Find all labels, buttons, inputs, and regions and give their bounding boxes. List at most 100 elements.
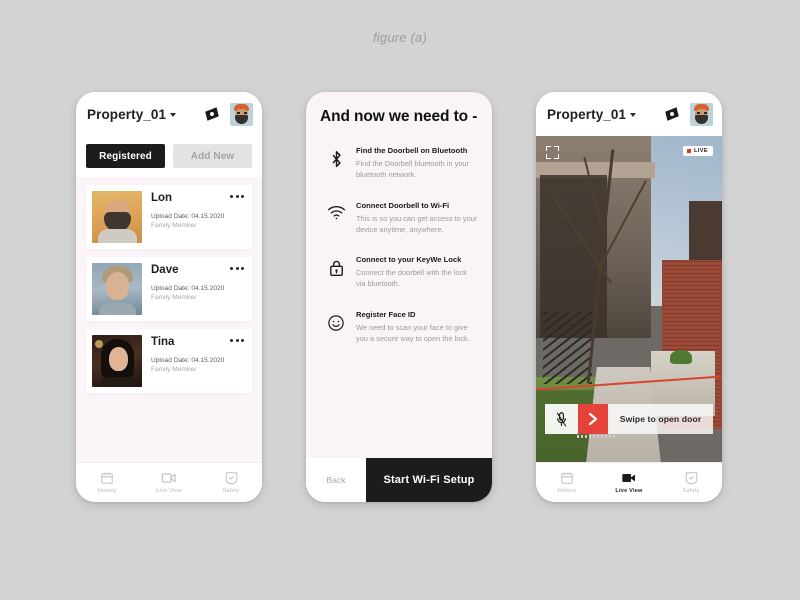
person-photo <box>92 335 142 387</box>
calendar-icon <box>561 472 573 484</box>
property-name: Property_01 <box>87 106 167 122</box>
swipe-to-open-track[interactable]: Swipe to open door <box>578 404 713 434</box>
swipe-handle[interactable] <box>578 404 608 434</box>
more-options-icon[interactable] <box>230 195 244 198</box>
mic-glyph <box>556 411 567 426</box>
step-icon-wrap <box>320 146 352 169</box>
sparkle-icon[interactable] <box>663 105 681 123</box>
property-selector[interactable]: Property_01 <box>87 106 177 122</box>
person-name: Dave <box>151 264 179 276</box>
swipe-label: Swipe to open door <box>619 414 702 424</box>
tab-label: Safety <box>222 488 240 494</box>
step-icon-wrap <box>320 255 352 277</box>
list-item[interactable]: Lon Upload Date: 04.15.2020 Family Membe… <box>86 185 252 249</box>
list-item[interactable]: Find the Doorbell on Bluetooth Find the … <box>320 146 478 181</box>
step-icon-wrap <box>320 310 352 332</box>
sparkle-icon[interactable] <box>203 105 221 123</box>
app-header: Property_01 <box>536 92 722 136</box>
setup-steps-list: Find the Doorbell on Bluetooth Find the … <box>320 146 478 344</box>
person-role: Family Member <box>151 366 197 373</box>
more-options-icon[interactable] <box>230 267 244 270</box>
property-selector[interactable]: Property_01 <box>547 106 637 122</box>
tab-registered[interactable]: Registered <box>86 144 165 168</box>
live-dot-icon <box>687 149 691 153</box>
app-header: Property_01 <box>76 92 262 136</box>
step-description: We need to scan your face to give you a … <box>356 322 470 343</box>
page-title: And now we need to - <box>320 108 478 125</box>
setup-footer: Back Start Wi-Fi Setup <box>306 458 492 502</box>
scene-plant <box>670 350 693 365</box>
user-avatar[interactable] <box>230 102 253 126</box>
chevron-down-icon <box>170 112 177 117</box>
tab-label: History <box>557 488 577 494</box>
tab-label: Live View <box>156 488 182 494</box>
status-badge: LIVE <box>683 146 713 156</box>
chevron-down-icon <box>630 112 637 117</box>
person-role: Family Member <box>151 222 197 229</box>
step-title: Find the Doorbell on Bluetooth <box>356 146 468 155</box>
list-item[interactable]: Connect Doorbell to Wi-Fi This is so you… <box>320 201 478 236</box>
list-item[interactable]: Register Face ID We need to scan your fa… <box>320 310 478 345</box>
fullscreen-expand-icon[interactable] <box>546 146 559 159</box>
wifi-icon <box>327 205 345 219</box>
tab-live-view[interactable]: Live View <box>138 471 200 494</box>
registered-people-list: Lon Upload Date: 04.15.2020 Family Membe… <box>76 177 262 462</box>
more-options-icon[interactable] <box>230 339 244 342</box>
phone-screen-registered: Property_01 Registered Add New Lon Uploa… <box>76 92 262 502</box>
step-text: Register Face ID We need to scan your fa… <box>352 310 478 345</box>
person-info: Dave Upload Date: 04.15.2020 Family Memb… <box>142 263 224 301</box>
person-upload-date: Upload Date: 04.15.2020 <box>151 357 225 364</box>
smiley-face-icon <box>328 314 344 331</box>
lock-icon <box>329 260 343 277</box>
video-camera-icon <box>622 474 635 482</box>
setup-content: And now we need to - Find the Doorbell o… <box>306 92 492 458</box>
avatar-beard <box>695 114 708 124</box>
person-photo <box>92 191 142 243</box>
door-control-bar: Swipe to open door <box>545 404 713 438</box>
person-name: Tina <box>151 336 175 348</box>
tab-history[interactable]: History <box>536 471 598 494</box>
photo-body <box>98 229 137 243</box>
phone-screen-live-view: Property_01 LIVE Swipe to open door Hist… <box>536 92 722 502</box>
swipe-track-dots <box>577 435 615 438</box>
step-title: Register Face ID <box>356 309 416 319</box>
live-video-feed[interactable]: LIVE Swipe to open door <box>536 136 722 462</box>
tab-safety[interactable]: Safety <box>200 471 262 494</box>
avatar-eye-right <box>244 111 247 114</box>
calendar-icon <box>101 472 113 484</box>
list-item[interactable]: Tina Upload Date: 04.15.2020 Family Memb… <box>86 329 252 393</box>
step-text: Connect to your KeyWe Lock Connect the d… <box>352 255 478 290</box>
microphone-muted-icon[interactable] <box>545 404 578 434</box>
list-item[interactable]: Connect to your KeyWe Lock Connect the d… <box>320 255 478 290</box>
bluetooth-icon <box>331 150 341 168</box>
step-title: Connect Doorbell to Wi-Fi <box>356 200 450 210</box>
user-avatar[interactable] <box>690 102 713 126</box>
bottom-tab-bar: History Live View Safety <box>76 462 262 502</box>
avatar-eye-left <box>697 111 700 114</box>
chevron-right-icon <box>588 412 598 426</box>
person-info: Lon Upload Date: 04.15.2020 Family Membe… <box>142 191 224 229</box>
tab-label: Live View <box>615 488 643 494</box>
step-title: Connect to your KeyWe Lock <box>356 255 462 264</box>
person-info: Tina Upload Date: 04.15.2020 Family Memb… <box>142 335 224 373</box>
list-item[interactable]: Dave Upload Date: 04.15.2020 Family Memb… <box>86 257 252 321</box>
bottom-tab-bar: History Live View Safety <box>536 462 722 502</box>
shield-check-icon <box>225 472 237 485</box>
start-wifi-setup-button[interactable]: Start Wi-Fi Setup <box>366 458 492 502</box>
tab-label: Safety <box>682 488 700 494</box>
back-button[interactable]: Back <box>306 458 366 502</box>
step-description: Find the Doorbell bluetooth in your blue… <box>356 159 469 180</box>
avatar-eye-right <box>704 111 707 114</box>
step-text: Find the Doorbell on Bluetooth Find the … <box>352 146 478 181</box>
phone-screen-setup: And now we need to - Find the Doorbell o… <box>306 92 492 502</box>
person-role: Family Member <box>151 294 197 301</box>
photo-body <box>100 377 135 387</box>
person-upload-date: Upload Date: 04.15.2020 <box>151 285 225 292</box>
tab-safety[interactable]: Safety <box>660 471 722 494</box>
tab-add-new[interactable]: Add New <box>173 144 252 168</box>
tab-history[interactable]: History <box>76 471 138 494</box>
tab-live-view[interactable]: Live View <box>598 471 660 494</box>
property-name: Property_01 <box>547 106 627 122</box>
live-badge-label: LIVE <box>693 148 708 154</box>
photo-head <box>106 272 129 300</box>
